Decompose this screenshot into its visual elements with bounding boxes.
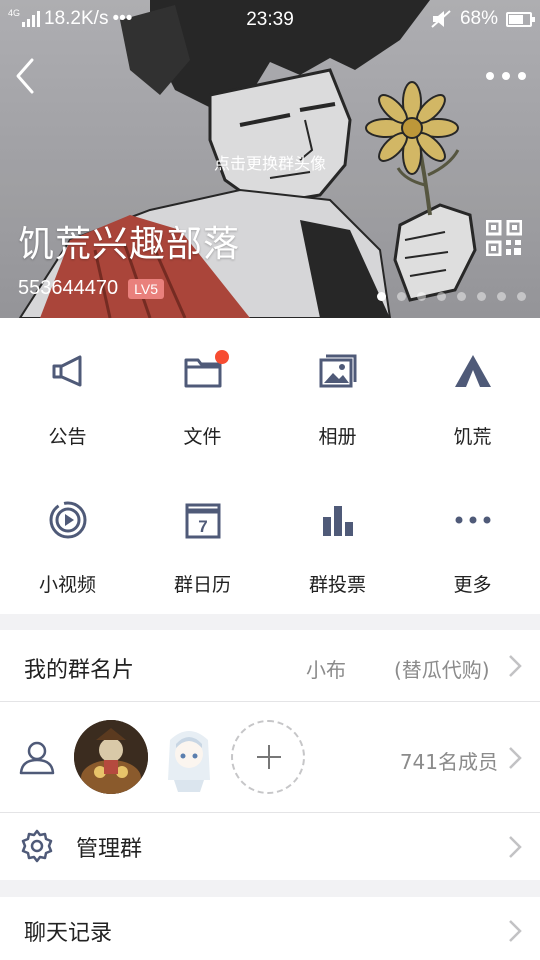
change-avatar-hint[interactable]: 点击更换群头像 — [0, 150, 540, 174]
manage-group-title: 管理群 — [76, 837, 143, 862]
members-icon — [19, 741, 55, 775]
feature-album[interactable]: 相册 — [270, 318, 405, 466]
dot — [486, 72, 494, 80]
member-avatar-image — [74, 720, 148, 794]
chevron-right-icon — [509, 920, 522, 942]
group-header: 4G 18.2K/s ••• 23:39 68% 点击更换群头像 饥荒兴趣部落 … — [0, 0, 540, 318]
chevron-right-icon — [509, 747, 522, 769]
dot — [502, 72, 510, 80]
feature-short-video[interactable]: 小视频 — [0, 466, 135, 614]
carousel-dot — [377, 292, 386, 301]
video-play-icon — [49, 501, 86, 539]
status-bar: 4G 18.2K/s ••• 23:39 68% — [0, 0, 540, 40]
new-badge — [215, 350, 229, 364]
dot — [518, 72, 526, 80]
feature-grid: 公告 文件 相册 饥荒 小视频 7 群日历 群投票 更多 — [0, 318, 540, 614]
calendar-day: 7 — [198, 517, 207, 536]
feature-dont-starve[interactable]: 饥荒 — [405, 318, 540, 466]
chevron-right-icon — [509, 655, 522, 677]
megaphone-icon — [52, 355, 81, 387]
chevron-right-icon — [509, 836, 522, 858]
member-count: 741名成员 — [399, 750, 498, 774]
battery-icon — [506, 11, 535, 27]
battery-percent: 68% — [459, 8, 498, 29]
feature-label: 相册 — [318, 426, 357, 448]
add-member-button[interactable] — [231, 720, 305, 794]
feature-more[interactable]: 更多 — [405, 466, 540, 614]
gear-icon — [21, 829, 53, 863]
feature-label: 更多 — [453, 574, 492, 596]
feature-label: 群投票 — [308, 574, 366, 596]
more-dots-icon — [455, 516, 490, 524]
carousel-dot — [417, 292, 426, 301]
member-avatar-image — [152, 720, 226, 794]
feature-calendar[interactable]: 7 群日历 — [135, 466, 270, 614]
carousel-dot — [457, 292, 466, 301]
carousel-dot — [497, 292, 506, 301]
back-arrow-icon[interactable] — [10, 56, 44, 96]
group-name: 饥荒兴趣部落 — [18, 224, 241, 265]
group-card-note: (替瓜代购) — [394, 658, 490, 682]
feature-label: 饥荒 — [453, 426, 492, 448]
bar-chart-icon — [322, 506, 353, 536]
level-badge: LV5 — [128, 278, 164, 299]
group-card-nickname: 小布 — [306, 658, 346, 682]
carousel-dot — [517, 292, 526, 301]
chat-history-row[interactable]: 聊天记录 — [0, 897, 540, 960]
feature-label: 文件 — [183, 426, 222, 448]
group-card-title: 我的群名片 — [24, 658, 135, 683]
member-avatar[interactable] — [74, 720, 148, 794]
carousel-dot — [397, 292, 406, 301]
carousel-indicator — [377, 292, 526, 301]
feature-files[interactable]: 文件 — [135, 318, 270, 466]
manage-group-row[interactable]: 管理群 — [0, 813, 540, 880]
feature-label: 公告 — [48, 426, 87, 448]
more-options-button[interactable] — [486, 62, 526, 90]
carousel-dot — [477, 292, 486, 301]
feature-announcement[interactable]: 公告 — [0, 318, 135, 466]
my-group-card-row[interactable]: 我的群名片 小布 (替瓜代购) — [0, 630, 540, 701]
status-right: 68% — [430, 8, 535, 30]
feature-vote[interactable]: 群投票 — [270, 466, 405, 614]
carousel-dot — [437, 292, 446, 301]
group-id: 553644470 — [18, 277, 119, 299]
chat-history-title: 聊天记录 — [24, 921, 113, 946]
mute-icon — [431, 10, 451, 28]
calendar-icon: 7 — [185, 503, 220, 539]
members-row[interactable]: 741名成员 — [0, 702, 540, 812]
member-avatar[interactable] — [152, 720, 226, 794]
feature-label: 小视频 — [38, 574, 96, 596]
photo-album-icon — [319, 354, 356, 388]
group-id-row: 553644470 LV5 — [18, 277, 164, 300]
feature-label: 群日历 — [173, 574, 231, 596]
qr-code-icon[interactable] — [486, 220, 522, 256]
tent-icon — [454, 355, 491, 387]
